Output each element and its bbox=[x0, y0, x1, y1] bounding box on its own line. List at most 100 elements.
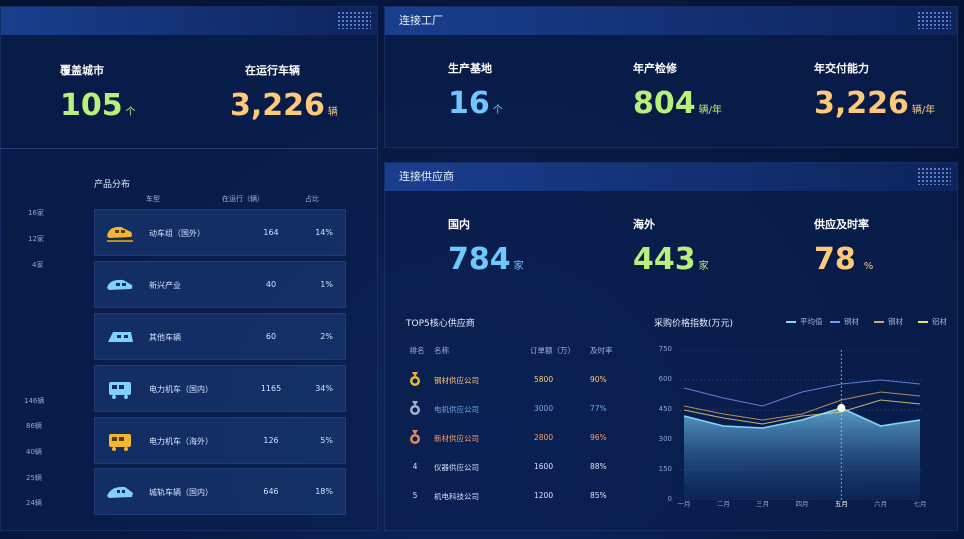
product-name: 城轨车辆（国内） bbox=[149, 488, 213, 497]
y-tick-label: 600 bbox=[658, 375, 672, 383]
kpi-bases: 生产基地 16 个 bbox=[448, 60, 503, 121]
kpi-cities: 覆盖城市 105 个 bbox=[60, 62, 136, 123]
side-label: 40辆 bbox=[26, 448, 42, 456]
products-header-ratio: 占比 bbox=[305, 195, 319, 203]
product-count: 646 bbox=[263, 487, 279, 496]
kpi-value: 784 bbox=[448, 242, 511, 277]
kpi-unit: 个 bbox=[492, 105, 503, 116]
y-tick-label: 300 bbox=[658, 435, 672, 443]
product-count: 1165 bbox=[260, 384, 282, 393]
product-row[interactable]: 新兴产业 40 1% bbox=[94, 261, 346, 308]
decor-dots bbox=[917, 167, 951, 185]
product-name: 新兴产业 bbox=[149, 281, 181, 290]
factory-title: 连接工厂 bbox=[399, 14, 443, 27]
kpi-overseas: 海外 443 家 bbox=[633, 216, 709, 277]
supplier-ontime: 90% bbox=[590, 375, 607, 384]
product-row[interactable]: 其他车辆 60 2% bbox=[94, 313, 346, 360]
kpi-label: 年交付能力 bbox=[814, 62, 869, 75]
legend-swatch bbox=[830, 321, 840, 323]
header-orders: 订单额（万） bbox=[530, 346, 575, 355]
y-tick-label: 750 bbox=[658, 345, 672, 353]
header-ontime: 及时率 bbox=[590, 346, 613, 355]
kpi-label: 供应及时率 bbox=[814, 218, 869, 231]
kpi-ontime: 供应及时率 78% bbox=[814, 216, 873, 277]
supplier-row[interactable]: 钢材供应公司 5800 90% bbox=[404, 370, 634, 390]
top5-header: 排名 名称 订单额（万） 及时率 bbox=[404, 340, 634, 360]
divider bbox=[0, 148, 378, 149]
product-row[interactable]: 动车组（国外） 164 14% bbox=[94, 209, 346, 256]
product-name: 动车组（国外） bbox=[149, 229, 205, 238]
product-name: 电力机车（海外） bbox=[149, 437, 213, 446]
side-label: 12家 bbox=[28, 235, 44, 243]
y-tick-label: 450 bbox=[658, 405, 672, 413]
product-count: 164 bbox=[263, 228, 279, 237]
supplier-ontime: 88% bbox=[590, 462, 607, 471]
product-count: 40 bbox=[265, 280, 277, 289]
legend-item[interactable]: 铝材 bbox=[918, 316, 947, 327]
locomotive-icon-gold bbox=[109, 434, 131, 451]
rank-number: 4 bbox=[412, 462, 418, 471]
left-panel-header bbox=[1, 7, 377, 35]
legend-label: 平均值 bbox=[800, 317, 823, 326]
legend-label: 铝材 bbox=[932, 317, 947, 326]
product-pct: 34% bbox=[315, 384, 333, 393]
kpi-unit: 辆 bbox=[327, 107, 338, 118]
products-header-running: 在运行（辆） bbox=[222, 195, 264, 203]
kpi-value: 16 bbox=[448, 86, 490, 121]
product-name: 其他车辆 bbox=[149, 333, 181, 342]
side-label: 146辆 bbox=[24, 397, 45, 405]
product-row[interactable]: 电力机车（海外） 126 5% bbox=[94, 417, 346, 464]
header-rank: 排名 bbox=[409, 346, 425, 355]
kpi-delivery: 年交付能力 3,226 辆/年 bbox=[814, 60, 935, 121]
supplier-orders: 1200 bbox=[534, 491, 554, 500]
legend-swatch bbox=[918, 321, 928, 323]
kpi-unit: 家 bbox=[698, 261, 709, 272]
product-name: 电力机车（国内） bbox=[149, 385, 213, 394]
product-count: 126 bbox=[263, 436, 279, 445]
supplier-row[interactable]: 4 仪器供应公司 1600 88% bbox=[404, 457, 634, 477]
product-row[interactable]: 城轨车辆（国内） 646 18% bbox=[94, 468, 346, 515]
product-pct: 18% bbox=[315, 487, 333, 496]
kpi-value: 804 bbox=[633, 86, 696, 121]
product-row[interactable]: 电力机车（国内） 1165 34% bbox=[94, 365, 346, 412]
product-count: 60 bbox=[265, 332, 277, 341]
product-pct: 14% bbox=[315, 228, 333, 237]
kpi-unit: 辆/年 bbox=[698, 105, 722, 116]
legend-swatch bbox=[786, 321, 796, 323]
highlight-point[interactable] bbox=[837, 404, 846, 412]
factory-panel-header: 连接工厂 bbox=[385, 7, 957, 35]
legend-item[interactable]: 平均值 bbox=[786, 316, 823, 327]
product-pct: 1% bbox=[320, 280, 333, 289]
medal-icon bbox=[410, 401, 420, 415]
supplier-row[interactable]: 新材供应公司 2800 96% bbox=[404, 428, 634, 448]
decor-dots bbox=[337, 11, 371, 29]
supplier-row[interactable]: 5 机电科技公司 1200 85% bbox=[404, 486, 634, 506]
medal-icon bbox=[410, 430, 420, 444]
kpi-domestic: 国内 784 家 bbox=[448, 216, 524, 277]
kpi-value: 443 bbox=[633, 242, 696, 277]
kpi-value: 78 bbox=[814, 242, 856, 277]
kpi-value: 105 bbox=[60, 88, 123, 123]
series-line-铜材 bbox=[683, 379, 921, 407]
metro-icon-blue bbox=[107, 486, 133, 498]
supplier-orders: 3000 bbox=[534, 404, 554, 413]
supplier-orders: 5800 bbox=[534, 375, 554, 384]
supplier-row[interactable]: 电机供应公司 3000 77% bbox=[404, 399, 634, 419]
y-tick-label: 150 bbox=[658, 465, 672, 473]
supplier-orders: 2800 bbox=[534, 433, 554, 442]
kpi-repair: 年产检修 804 辆/年 bbox=[633, 60, 722, 121]
legend-item[interactable]: 铜材 bbox=[830, 316, 859, 327]
product-pct: 5% bbox=[320, 436, 333, 445]
legend-item[interactable]: 钢材 bbox=[874, 316, 903, 327]
kpi-label: 在运行车辆 bbox=[245, 64, 300, 77]
supplier-ontime: 85% bbox=[590, 491, 607, 500]
legend-label: 铜材 bbox=[844, 317, 859, 326]
kpi-label: 国内 bbox=[448, 218, 470, 231]
side-label: 25辆 bbox=[26, 474, 42, 482]
supplier-name: 机电科技公司 bbox=[434, 492, 479, 501]
side-label: 86辆 bbox=[26, 422, 42, 430]
decor-dots bbox=[917, 11, 951, 29]
kpi-value: 3,226 bbox=[230, 88, 325, 123]
chart-title: 采购价格指数(万元) bbox=[654, 319, 734, 329]
supplier-name: 钢材供应公司 bbox=[434, 376, 479, 385]
